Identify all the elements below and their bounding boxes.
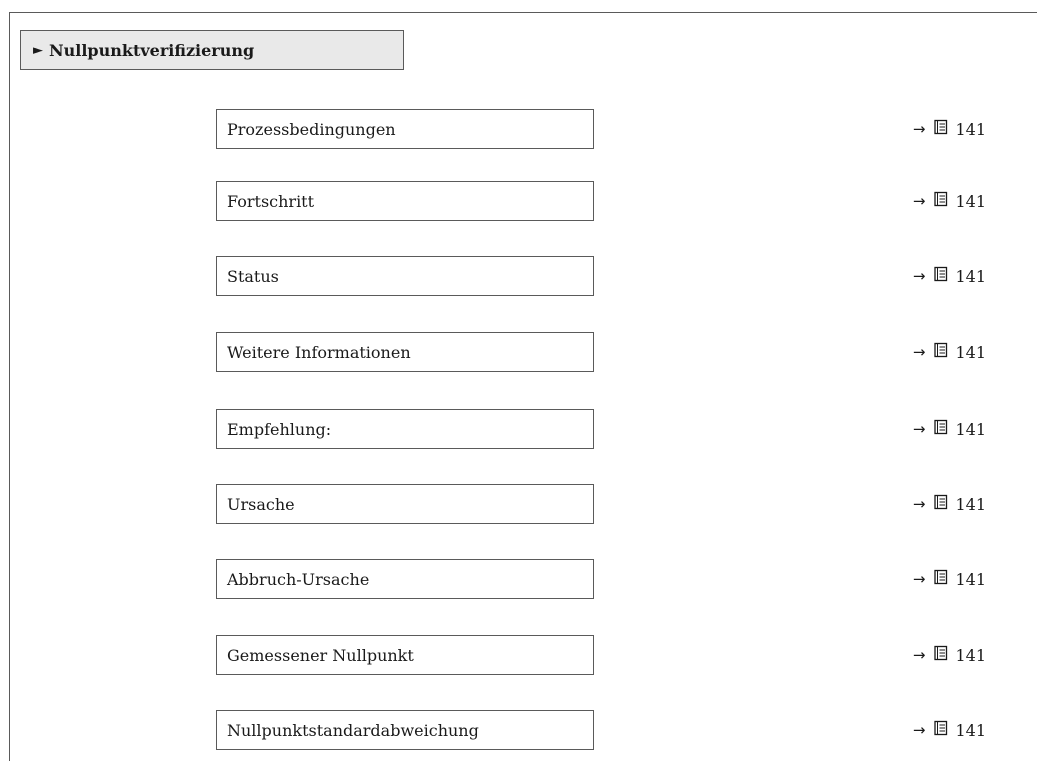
arrow-right-icon: → [912,192,926,210]
parameter-box-empfehlung[interactable]: Empfehlung: [216,409,594,449]
arrow-right-icon: → [912,721,926,739]
page-number: 141 [955,419,986,439]
arrow-right-icon: → [912,646,926,664]
page-number: 141 [955,119,986,139]
parameter-row: Gemessener Nullpunkt → 141 [216,635,986,675]
page-number: 141 [955,720,986,740]
parameter-row: Nullpunktstandardabweichung → 141 [216,710,986,750]
arrow-right-icon: → [912,495,926,513]
parameter-label: Gemessener Nullpunkt [227,645,414,665]
book-icon [933,645,949,665]
book-icon [933,266,949,286]
parameter-label: Fortschritt [227,191,315,211]
parameter-row: Ursache → 141 [216,484,986,524]
book-icon [933,494,949,514]
book-icon [933,191,949,211]
parameter-label: Prozessbedingungen [227,119,396,139]
parameter-box-weitere-informationen[interactable]: Weitere Informationen [216,332,594,372]
page-number: 141 [955,342,986,362]
parameter-box-gemessener-nullpunkt[interactable]: Gemessener Nullpunkt [216,635,594,675]
parameter-row: Abbruch-Ursache → 141 [216,559,986,599]
parameter-label: Status [227,266,279,286]
book-icon [933,119,949,139]
arrow-right-icon: → [912,570,926,588]
page-reference[interactable]: → 141 [913,409,986,449]
parameter-label: Abbruch-Ursache [227,569,370,589]
parameter-row: Fortschritt → 141 [216,181,986,221]
parameter-label: Nullpunktstandardabweichung [227,720,479,740]
book-icon [933,342,949,362]
page-reference[interactable]: → 141 [913,109,986,149]
page-number: 141 [955,569,986,589]
parameter-row: Empfehlung: → 141 [216,409,986,449]
page-reference[interactable]: → 141 [913,484,986,524]
page-number: 141 [955,645,986,665]
arrow-right-icon: → [912,343,926,361]
parameter-label: Empfehlung: [227,419,332,439]
parameter-row: Weitere Informationen → 141 [216,332,986,372]
parameter-box-ursache[interactable]: Ursache [216,484,594,524]
parameter-row: Status → 141 [216,256,986,296]
parameter-box-prozessbedingungen[interactable]: Prozessbedingungen [216,109,594,149]
frame-top-border [9,12,1037,13]
parameter-box-nullpunktstandardabweichung[interactable]: Nullpunktstandardabweichung [216,710,594,750]
parameter-row: Prozessbedingungen → 141 [216,109,986,149]
book-icon [933,569,949,589]
page-number: 141 [955,191,986,211]
parameter-box-fortschritt[interactable]: Fortschritt [216,181,594,221]
page-number: 141 [955,494,986,514]
page-reference[interactable]: → 141 [913,635,986,675]
frame-left-border [9,12,10,761]
parameter-box-abbruch-ursache[interactable]: Abbruch-Ursache [216,559,594,599]
arrow-right-icon: → [912,267,926,285]
page-reference[interactable]: → 141 [913,332,986,372]
section-title: Nullpunktverifizierung [49,40,255,60]
page-reference[interactable]: → 141 [913,181,986,221]
page-reference[interactable]: → 141 [913,256,986,296]
book-icon [933,419,949,439]
page-reference[interactable]: → 141 [913,710,986,750]
arrow-right-icon: → [912,420,926,438]
arrow-right-icon: → [912,120,926,138]
parameter-box-status[interactable]: Status [216,256,594,296]
page-reference[interactable]: → 141 [913,559,986,599]
expand-triangle-icon: ► [33,42,43,58]
book-icon [933,720,949,740]
page-number: 141 [955,266,986,286]
parameter-label: Ursache [227,494,295,514]
parameter-label: Weitere Informationen [227,342,411,362]
section-header[interactable]: ► Nullpunktverifizierung [20,30,404,70]
